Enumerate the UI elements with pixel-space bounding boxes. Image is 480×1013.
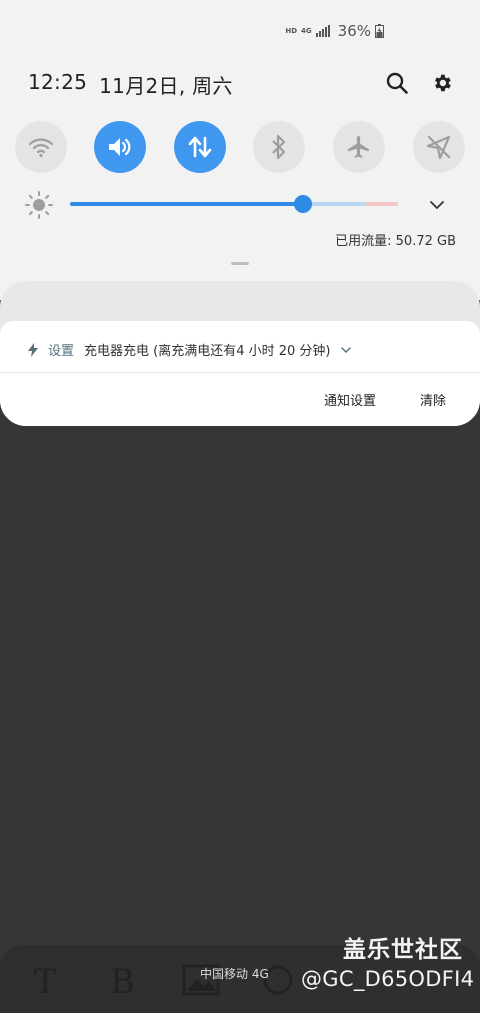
brightness-slider-fill — [70, 202, 303, 206]
clear-button[interactable]: 清除 — [420, 390, 446, 409]
watermark-user: @GC_D65ODFI4 — [301, 967, 475, 991]
location-off-icon — [426, 135, 451, 160]
datetime: 12:25 11月2日, 周六 — [28, 70, 233, 99]
mobile-data-icon — [188, 136, 212, 158]
chevron-down-icon[interactable] — [340, 346, 351, 354]
wifi-toggle[interactable] — [15, 121, 67, 173]
sound-toggle[interactable] — [94, 121, 146, 173]
bluetooth-toggle[interactable] — [253, 121, 305, 173]
signal-icon — [315, 25, 330, 37]
brightness-icon — [25, 191, 53, 219]
sound-icon — [109, 138, 131, 156]
brightness-slider-high-zone — [366, 202, 398, 206]
clock-date: 11月2日, 周六 — [99, 74, 233, 98]
location-toggle[interactable] — [413, 121, 465, 173]
mobile-data-toggle[interactable] — [174, 121, 226, 173]
text-format-icon: T — [34, 962, 57, 1002]
notification-text: 充电器充电 (离充满电还有4 小时 20 分钟) — [84, 344, 331, 359]
divider — [0, 372, 480, 373]
data-usage-label: 已用流量: 50.72 GB — [335, 234, 456, 249]
battery-percent: 36% — [337, 22, 371, 40]
panel-drag-handle[interactable] — [231, 262, 249, 265]
notification-header[interactable]: 设置 充电器充电 (离充满电还有4 小时 20 分钟) — [28, 340, 351, 359]
gear-icon[interactable] — [427, 68, 457, 98]
charging-notification[interactable]: 设置 充电器充电 (离充满电还有4 小时 20 分钟) 通知设置 清除 — [0, 321, 480, 426]
brightness-slider-thumb[interactable] — [293, 195, 312, 213]
bluetooth-icon — [272, 134, 286, 160]
quick-panel: HD 4G 36% 12:25 11月2日, 周六 已用流量: 50.72 GB — [0, 0, 480, 300]
notification-settings-button[interactable]: 通知设置 — [324, 390, 376, 409]
airplane-icon — [348, 136, 369, 158]
clock-time: 12:25 — [28, 70, 88, 94]
hd-icon: HD — [285, 26, 298, 35]
4g-icon: 4G — [301, 26, 312, 35]
notification-app-name: 设置 — [48, 344, 75, 359]
notification-actions: 通知设置 清除 — [324, 390, 446, 409]
status-bar: HD 4G 36% — [285, 20, 384, 42]
bold-format-icon: B — [110, 962, 135, 1002]
search-icon[interactable] — [382, 68, 412, 98]
wifi-icon — [28, 138, 54, 158]
chevron-down-icon[interactable] — [428, 196, 446, 214]
airplane-mode-toggle[interactable] — [333, 121, 385, 173]
watermark-title: 盖乐世社区 — [343, 937, 463, 963]
lightning-icon — [28, 342, 38, 357]
battery-charging-icon — [375, 24, 384, 38]
carrier-label: 中国移动 4G — [200, 967, 269, 981]
